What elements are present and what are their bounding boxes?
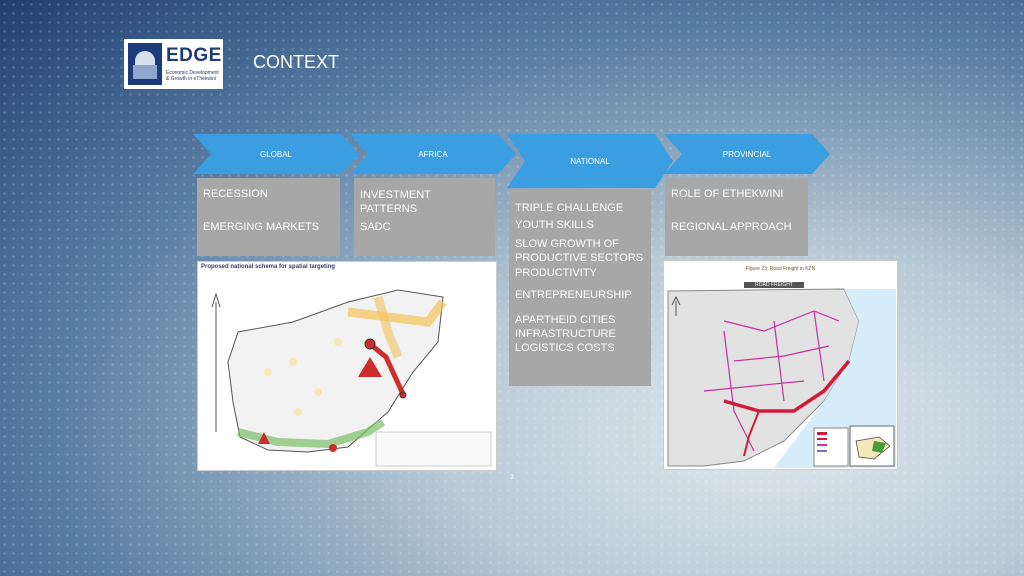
national-item: YOUTH SKILLS: [515, 219, 594, 231]
provincial-item: ROLE OF ETHEKWINI: [671, 188, 784, 200]
logo-tagline: Economic Development & Growth in eThekwi…: [166, 70, 219, 82]
national-item: PRODUCTIVITY: [515, 267, 597, 279]
city-hall-emblem-icon: [128, 43, 162, 85]
kzn-road-freight-map: Figure 23: Road Freight in KZN ROAD FREI…: [663, 260, 898, 470]
national-item: LOGISTICS COSTS: [515, 342, 615, 354]
global-panel: RECESSION EMERGING MARKETS: [197, 178, 340, 256]
slide-title: CONTEXT: [253, 52, 340, 72]
provincial-item: REGIONAL APPROACH: [671, 221, 792, 233]
africa-item: INVESTMENT PATTERNS: [360, 189, 431, 215]
national-item: ENTREPRENEURSHIP: [515, 289, 632, 301]
south-africa-map-graphic: [211, 289, 492, 467]
chevron-label: NATIONAL: [570, 157, 610, 166]
chevron-global: GLOBAL: [193, 134, 359, 174]
logo-wordmark: EDGE: [166, 45, 222, 66]
global-item: RECESSION: [203, 188, 268, 200]
global-item: EMERGING MARKETS: [203, 221, 320, 233]
chevron-africa: AFRICA: [350, 134, 516, 174]
edge-logo: EDGE Economic Development & Growth in eT…: [124, 39, 223, 89]
page-number: 3: [510, 474, 514, 481]
chevron-label: AFRICA: [418, 150, 448, 159]
africa-item: SADC: [360, 221, 391, 233]
chevron-label: PROVINCIAL: [722, 150, 772, 159]
chevron-provincial: PROVINCIAL: [664, 134, 830, 174]
chevron-national: NATIONAL: [507, 134, 673, 188]
national-panel: TRIPLE CHALLENGE YOUTH SKILLS SLOW GROWT…: [509, 190, 651, 386]
africa-panel: INVESTMENT PATTERNS SADC: [354, 178, 495, 256]
national-item: INFRASTRUCTURE: [515, 328, 616, 340]
national-item: TRIPLE CHALLENGE: [515, 202, 624, 214]
chevron-label: GLOBAL: [259, 150, 292, 159]
provincial-panel: ROLE OF ETHEKWINI REGIONAL APPROACH: [665, 178, 808, 256]
national-item: SLOW GROWTH OF PRODUCTIVE SECTORS: [515, 238, 644, 264]
national-item: APARTHEID CITIES: [515, 314, 616, 326]
national-spatial-map: Proposed national schema for spatial tar…: [197, 261, 497, 471]
kzn-map-graphic: [667, 288, 896, 468]
